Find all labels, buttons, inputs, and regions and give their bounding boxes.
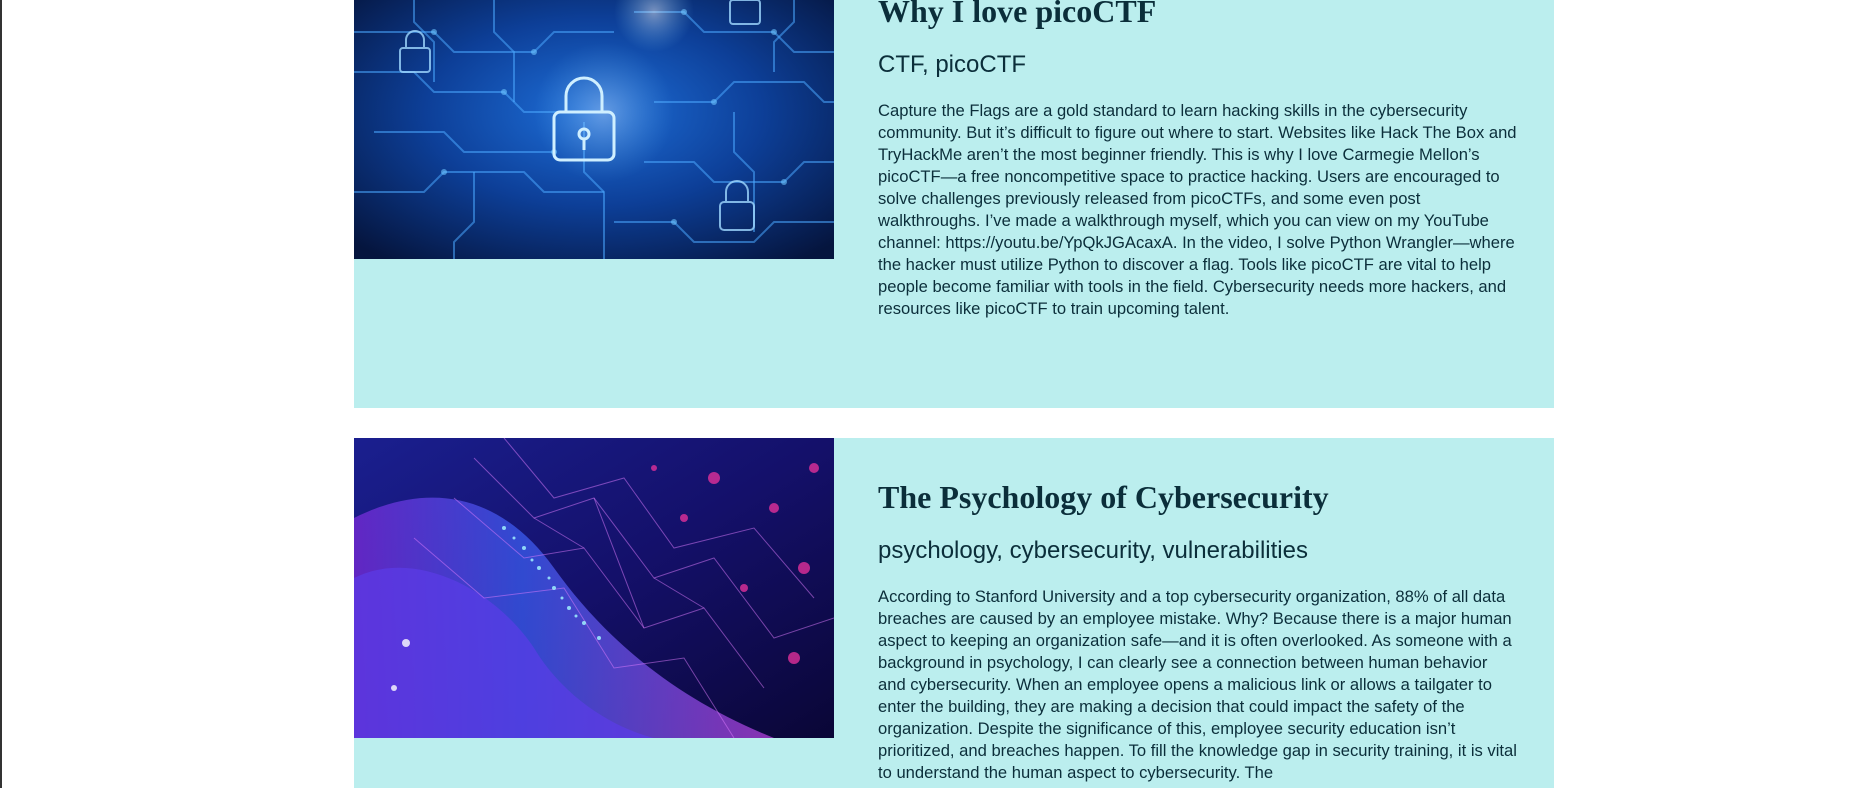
blog-post-content: Why I love picoCTF CTF, picoCTF Capture …	[878, 0, 1518, 320]
post-title: The Psychology of Cybersecurity	[878, 479, 1329, 515]
post-tags: CTF, picoCTF	[878, 51, 1027, 78]
page-left-border	[0, 0, 2, 788]
blog-post-content: The Psychology of Cybersecurity psycholo…	[878, 478, 1518, 784]
post-body: Capture the Flags are a gold standard to…	[878, 101, 1517, 318]
abstract-network-image	[354, 438, 834, 738]
blog-post-card: The Psychology of Cybersecurity psycholo…	[354, 438, 1554, 788]
blog-post-card: Why I love picoCTF CTF, picoCTF Capture …	[354, 0, 1554, 408]
post-body: According to Stanford University and a t…	[878, 587, 1517, 782]
post-tags: psychology, cybersecurity, vulnerabiliti…	[878, 537, 1308, 564]
post-title: Why I love picoCTF	[878, 0, 1157, 29]
circuit-padlock-image	[354, 0, 834, 259]
